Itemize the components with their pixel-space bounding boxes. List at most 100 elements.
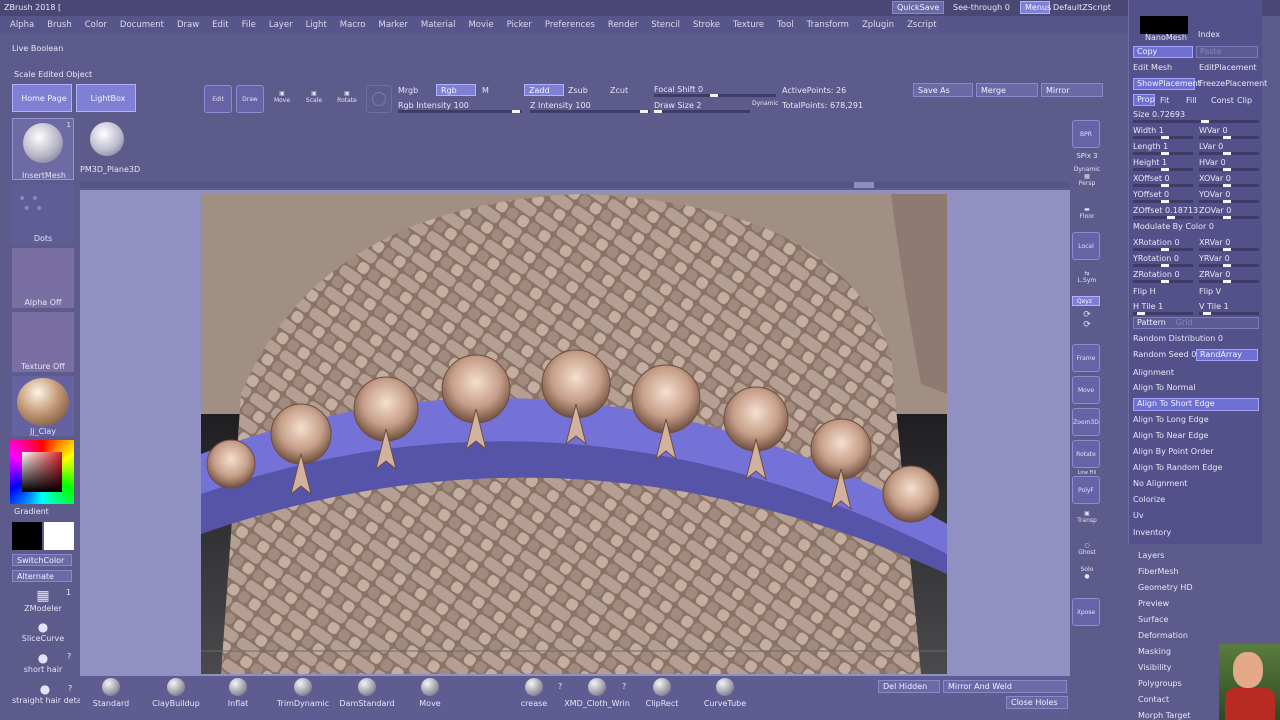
- align-by-point-order-button[interactable]: Align By Point Order: [1133, 447, 1214, 456]
- subpalette-morph-target[interactable]: Morph Target: [1138, 711, 1191, 720]
- zrvar-track[interactable]: [1199, 280, 1259, 283]
- mrgb-button[interactable]: Mrgb: [398, 86, 418, 95]
- secondary-color-swatch[interactable]: [44, 522, 74, 550]
- draw-size-slider[interactable]: [654, 110, 750, 113]
- yrotation-slider[interactable]: YRotation 0: [1133, 254, 1179, 263]
- lsym-button[interactable]: ⇆ L.Sym: [1070, 270, 1104, 284]
- brush-crease[interactable]: crease: [514, 678, 554, 708]
- brush-trimdynamic[interactable]: TrimDynamic: [272, 678, 334, 708]
- zrotation-track[interactable]: [1133, 280, 1193, 283]
- edit-mode-button[interactable]: Edit: [204, 85, 232, 113]
- texture-selector[interactable]: Texture Off: [12, 312, 74, 372]
- zoffset-slider[interactable]: ZOffset 0.18713: [1133, 206, 1198, 215]
- menu-texture[interactable]: Texture: [733, 20, 764, 30]
- solo-button[interactable]: Solo ●: [1070, 566, 1104, 580]
- menu-material[interactable]: Material: [421, 20, 456, 30]
- scale-mode-button[interactable]: ▣ Scale: [302, 90, 326, 104]
- subpalette-geometry-hd[interactable]: Geometry HD: [1138, 583, 1193, 592]
- zovar-slider[interactable]: ZOVar 0: [1199, 206, 1231, 215]
- yrotation-track[interactable]: [1133, 264, 1193, 267]
- uv-header[interactable]: Uv: [1133, 511, 1144, 520]
- local-button[interactable]: Local: [1072, 232, 1100, 260]
- modulate-by-color-slider[interactable]: Modulate By Color 0: [1133, 222, 1214, 231]
- yovar-slider[interactable]: YOVar 0: [1199, 190, 1230, 199]
- main-color-swatch[interactable]: [12, 522, 42, 550]
- polyf-button[interactable]: PolyF: [1072, 476, 1100, 504]
- short-hair-brush[interactable]: ● short hair: [14, 651, 72, 674]
- brush-damstandard[interactable]: DamStandard: [338, 678, 396, 708]
- rotate-mode-button[interactable]: ▣ Rotate: [334, 90, 360, 104]
- size-slider[interactable]: Size 0.72693: [1133, 110, 1185, 119]
- color-picker[interactable]: [10, 440, 74, 504]
- menu-macro[interactable]: Macro: [340, 20, 366, 30]
- rotate-view-button[interactable]: Rotate: [1072, 440, 1100, 468]
- subpalette-layers[interactable]: Layers: [1138, 551, 1164, 560]
- alternate-button[interactable]: Alternate: [12, 570, 72, 582]
- persp-button[interactable]: Dynamic ▦ Persp: [1070, 166, 1104, 187]
- frame-button[interactable]: Frame: [1072, 344, 1100, 372]
- xrvar-slider[interactable]: XRVar 0: [1199, 238, 1230, 247]
- menu-zplugin[interactable]: Zplugin: [862, 20, 894, 30]
- yoffset-slider[interactable]: YOffset 0: [1133, 190, 1169, 199]
- brush-xmd-cloth[interactable]: XMD_Cloth_Wrin: [564, 678, 630, 708]
- paste-button[interactable]: Paste: [1196, 46, 1258, 58]
- brush-cliprect[interactable]: ClipRect: [642, 678, 682, 708]
- width-track[interactable]: [1133, 136, 1193, 139]
- zoffset-track[interactable]: [1133, 216, 1193, 219]
- menu-picker[interactable]: Picker: [507, 20, 532, 30]
- merge-button[interactable]: Merge: [976, 83, 1038, 97]
- zrvar-slider[interactable]: ZRVar 0: [1199, 270, 1230, 279]
- brush-claybuildup[interactable]: ClayBuildup: [148, 678, 204, 708]
- menu-light[interactable]: Light: [306, 20, 327, 30]
- viewport-canvas[interactable]: [201, 194, 947, 674]
- subpalette-visibility[interactable]: Visibility: [1138, 663, 1172, 672]
- randarray-button[interactable]: RandArray: [1196, 349, 1258, 361]
- align-to-random-edge-button[interactable]: Align To Random Edge: [1133, 463, 1222, 472]
- length-track[interactable]: [1133, 152, 1193, 155]
- menu-marker[interactable]: Marker: [379, 20, 408, 30]
- menu-layer[interactable]: Layer: [269, 20, 293, 30]
- edit-placement-button[interactable]: EditPlacement: [1199, 63, 1257, 72]
- align-to-short-edge-button[interactable]: Align To Short Edge: [1133, 398, 1259, 411]
- h-tile-slider[interactable]: H Tile 1: [1133, 302, 1163, 311]
- switch-color-button[interactable]: SwitchColor: [12, 554, 72, 566]
- del-hidden-button[interactable]: Del Hidden: [878, 680, 940, 693]
- menu-stencil[interactable]: Stencil: [651, 20, 680, 30]
- hvar-slider[interactable]: HVar 0: [1199, 158, 1226, 167]
- height-slider[interactable]: Height 1: [1133, 158, 1167, 167]
- menu-draw[interactable]: Draw: [177, 20, 199, 30]
- menu-brush[interactable]: Brush: [47, 20, 72, 30]
- material-selector[interactable]: Jj_Clay: [12, 376, 74, 436]
- alignment-header[interactable]: Alignment: [1133, 368, 1174, 377]
- index-slider[interactable]: Index: [1198, 30, 1220, 39]
- brush-standard[interactable]: Standard: [88, 678, 134, 708]
- zrotation-slider[interactable]: ZRotation 0: [1133, 270, 1180, 279]
- const-button[interactable]: Const: [1211, 96, 1234, 105]
- width-slider[interactable]: Width 1: [1133, 126, 1164, 135]
- yoffset-track[interactable]: [1133, 200, 1193, 203]
- length-slider[interactable]: Length 1: [1133, 142, 1168, 151]
- home-page-button[interactable]: Home Page: [12, 84, 72, 112]
- default-zscript-button[interactable]: DefaultZScript: [1053, 3, 1111, 12]
- align-to-near-edge-button[interactable]: Align To Near Edge: [1133, 431, 1208, 440]
- copy-button[interactable]: Copy: [1133, 46, 1193, 58]
- xovar-track[interactable]: [1199, 184, 1259, 187]
- dynamic-toggle[interactable]: Dynamic: [752, 100, 778, 107]
- lightbox-button[interactable]: LightBox: [76, 84, 136, 112]
- xoffset-track[interactable]: [1133, 184, 1193, 187]
- xyz-button[interactable]: Qxyz: [1072, 296, 1100, 306]
- random-seed-slider[interactable]: Random Seed 0: [1133, 350, 1196, 359]
- quicksave-button[interactable]: QuickSave: [892, 1, 944, 14]
- h-tile-track[interactable]: [1133, 312, 1193, 315]
- lvar-track[interactable]: [1199, 152, 1259, 155]
- brush-curvetube[interactable]: CurveTube: [702, 678, 748, 708]
- move-mode-button[interactable]: ▣ Move: [270, 90, 294, 104]
- mirror-button[interactable]: Mirror: [1041, 83, 1103, 97]
- bpr-button[interactable]: BPR: [1072, 120, 1100, 148]
- no-alignment-button[interactable]: No Alignment: [1133, 479, 1187, 488]
- subpalette-preview[interactable]: Preview: [1138, 599, 1169, 608]
- stroke-dots-selector[interactable]: • • • • Dots: [12, 184, 74, 244]
- hvar-track[interactable]: [1199, 168, 1259, 171]
- floor-button[interactable]: ▬ Floor: [1070, 206, 1104, 220]
- z-intensity-slider[interactable]: [530, 110, 650, 113]
